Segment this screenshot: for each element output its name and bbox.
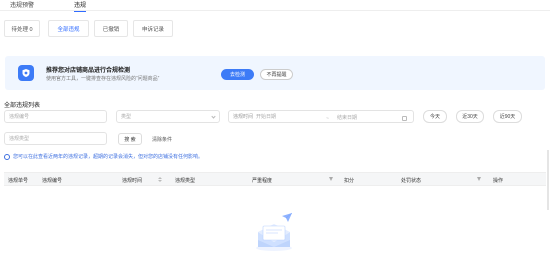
subtab-revoked[interactable]: 已撤销 xyxy=(94,20,128,37)
filter-icon[interactable] xyxy=(477,177,481,181)
column-violation-time: 违规时间 xyxy=(122,178,143,184)
violation-type-placeholder: 违规类型 xyxy=(9,136,30,142)
column-violation-no: 违规编号 xyxy=(42,178,63,184)
retention-notice: 您可以在此查看近两年的违规记录，超期的记录会消失，但对您的店铺没有任何影响。 xyxy=(4,153,203,160)
compliance-banner: 推荐您对店铺商品进行合规检测 使用官方工具，一键排查存在违规风险的“问题商品” … xyxy=(5,56,545,90)
empty-state-illustration xyxy=(256,212,293,251)
search-button[interactable]: 搜 索 xyxy=(118,133,142,145)
subtab-pending[interactable]: 待处理 0 xyxy=(4,20,40,37)
clear-filters-link[interactable]: 清除条件 xyxy=(152,136,172,143)
calendar-icon[interactable] xyxy=(402,116,407,121)
quick-range-today[interactable]: 今天 xyxy=(423,110,447,123)
dismiss-reminder-button[interactable]: 不再提醒 xyxy=(260,69,293,80)
end-date-placeholder[interactable]: 结束日期 xyxy=(337,114,357,121)
column-severity: 严重程度 xyxy=(252,178,273,184)
column-violation-type: 违规类型 xyxy=(175,178,196,184)
tab-violation-warning[interactable]: 违规预警 xyxy=(10,0,34,9)
quick-range-30-days[interactable]: 近30天 xyxy=(456,110,484,123)
column-violation-order-no: 违规单号 xyxy=(8,178,29,184)
info-icon xyxy=(4,153,10,160)
sort-icon[interactable] xyxy=(158,177,162,182)
time-label: 违规时间 xyxy=(233,114,254,120)
banner-title: 推荐您对店铺商品进行合规检测 xyxy=(46,68,131,74)
column-penalty-status: 处罚状态 xyxy=(401,178,422,184)
column-actions: 操作 xyxy=(493,178,504,184)
chevron-down-icon xyxy=(211,114,216,119)
subtab-appeal-records[interactable]: 申诉记录 xyxy=(133,20,173,37)
violation-type-select[interactable]: 违规类型 xyxy=(4,132,107,145)
type-select[interactable]: 类型 xyxy=(116,110,220,123)
top-tab-bar: 违规预警 违规 xyxy=(0,0,550,12)
tab-violation[interactable]: 违规 xyxy=(74,0,87,12)
quick-range-90-days[interactable]: 近90天 xyxy=(493,110,522,123)
scrollbar[interactable] xyxy=(547,150,549,210)
banner-subtitle: 使用官方工具，一键排查存在违规风险的“问题商品” xyxy=(46,76,160,82)
subtab-all-violations[interactable]: 全部违规 xyxy=(48,20,89,37)
type-placeholder: 类型 xyxy=(121,114,132,120)
section-title: 全部违规列表 xyxy=(4,103,41,109)
violation-page: 违规预警 违规 待处理 0 全部违规 已撤销 申诉记录 推荐您对店铺商品进行合规… xyxy=(0,0,550,266)
shield-check-icon xyxy=(18,65,34,81)
notice-text: 您可以在此查看近两年的违规记录，超期的记录会消失，但对您的店铺没有任何影响。 xyxy=(13,154,204,160)
start-date-placeholder: 开始日期 xyxy=(256,114,277,120)
violation-no-placeholder: 违规编号 xyxy=(9,114,30,120)
violation-no-input[interactable]: 违规编号 xyxy=(4,110,107,123)
table-header: 违规单号 违规编号 违规时间 违规类型 严重程度 扣分 处罚状态 操作 xyxy=(4,172,546,186)
column-deduction: 扣分 xyxy=(344,178,355,184)
date-separator: ~ xyxy=(326,116,329,122)
filter-icon[interactable] xyxy=(329,177,333,181)
sub-tab-bar: 待处理 0 全部违规 已撤销 申诉记录 xyxy=(0,20,550,38)
violation-time-range[interactable]: 违规时间 开始日期 xyxy=(228,110,414,123)
go-check-button[interactable]: 去检测 xyxy=(221,69,254,80)
